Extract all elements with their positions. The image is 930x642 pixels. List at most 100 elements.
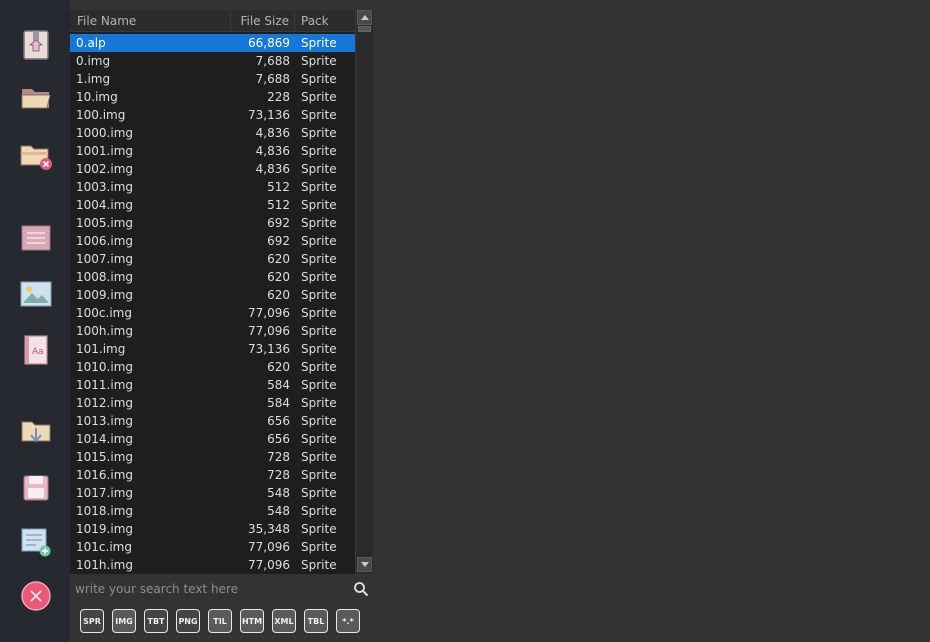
save-button[interactable] xyxy=(18,470,54,506)
column-header-file-name[interactable]: File Name xyxy=(70,10,231,32)
file-size-cell: 728 xyxy=(267,450,290,464)
pack-cell: Sprite xyxy=(301,378,337,392)
file-name-cell: 1011.img xyxy=(76,378,133,392)
table-row[interactable]: 1015.img 728 Sprite xyxy=(70,448,355,466)
file-list: File Name File Size Pack 0.alp 66,869 Spri… xyxy=(70,10,373,574)
table-row[interactable]: 1019.img 35,348 Sprite xyxy=(70,520,355,538)
file-name-cell: 1002.img xyxy=(76,162,133,176)
table-row[interactable]: 1000.img 4,836 Sprite xyxy=(70,124,355,142)
table-row[interactable]: 1014.img 656 Sprite xyxy=(70,430,355,448)
pack-cell: Sprite xyxy=(301,144,337,158)
open-archive-button[interactable] xyxy=(18,27,54,63)
table-row[interactable]: 0.alp 66,869 Sprite xyxy=(70,34,355,52)
table-row[interactable]: 1003.img 512 Sprite xyxy=(70,178,355,196)
pack-cell: Sprite xyxy=(301,540,337,554)
file-name-cell: 100c.img xyxy=(76,306,132,320)
pack-cell: Sprite xyxy=(301,90,337,104)
table-row[interactable]: 1009.img 620 Sprite xyxy=(70,286,355,304)
table-row[interactable]: 1001.img 4,836 Sprite xyxy=(70,142,355,160)
table-row[interactable]: 0.img 7,688 Sprite xyxy=(70,52,355,70)
table-row[interactable]: 101.img 73,136 Sprite xyxy=(70,340,355,358)
search-icon[interactable] xyxy=(353,581,369,597)
file-name-cell: 1000.img xyxy=(76,126,133,140)
table-row[interactable]: 1007.img 620 Sprite xyxy=(70,250,355,268)
table-row[interactable]: 100h.img 77,096 Sprite xyxy=(70,322,355,340)
file-size-cell: 692 xyxy=(267,216,290,230)
filter-img-button[interactable]: IMG xyxy=(112,609,136,633)
table-row[interactable]: 1017.img 548 Sprite xyxy=(70,484,355,502)
pack-cell: Sprite xyxy=(301,234,337,248)
filter-tbl-button[interactable]: TBL xyxy=(304,609,328,633)
file-name-cell: 1001.img xyxy=(76,144,133,158)
table-row[interactable]: 1010.img 620 Sprite xyxy=(70,358,355,376)
table-row[interactable]: 1011.img 584 Sprite xyxy=(70,376,355,394)
table-row[interactable]: 1018.img 548 Sprite xyxy=(70,502,355,520)
arrow-down-icon xyxy=(360,562,369,567)
font-view-button[interactable]: Aa xyxy=(18,332,54,368)
table-row[interactable]: 1004.img 512 Sprite xyxy=(70,196,355,214)
table-row[interactable]: 1005.img 692 Sprite xyxy=(70,214,355,232)
save-disk-icon xyxy=(23,475,49,501)
table-row[interactable]: 1013.img 656 Sprite xyxy=(70,412,355,430)
pack-cell: Sprite xyxy=(301,522,337,536)
pack-cell: Sprite xyxy=(301,324,337,338)
table-row[interactable]: 1016.img 728 Sprite xyxy=(70,466,355,484)
table-row[interactable]: 101c.img 77,096 Sprite xyxy=(70,538,355,556)
filter-tbt-button[interactable]: TBT xyxy=(144,609,168,633)
font-book-icon: Aa xyxy=(24,335,48,365)
file-size-cell: 77,096 xyxy=(248,558,290,572)
table-row[interactable]: 10.img 228 Sprite xyxy=(70,88,355,106)
scroll-thumb[interactable] xyxy=(358,26,371,32)
exit-button[interactable] xyxy=(18,578,54,614)
pack-cell: Sprite xyxy=(301,180,337,194)
table-row[interactable]: 1012.img 584 Sprite xyxy=(70,394,355,412)
file-name-cell: 1006.img xyxy=(76,234,133,248)
file-list-button[interactable] xyxy=(18,220,54,256)
table-row[interactable]: 100.img 73,136 Sprite xyxy=(70,106,355,124)
filter-spr-button[interactable]: SPR xyxy=(80,609,104,633)
column-header-pack[interactable]: Pack xyxy=(295,10,355,32)
table-row[interactable]: 1.img 7,688 Sprite xyxy=(70,70,355,88)
search-input[interactable] xyxy=(70,576,350,602)
open-folder-button[interactable] xyxy=(18,80,54,116)
vertical-scrollbar[interactable] xyxy=(355,10,373,574)
filter-htm-button[interactable]: HTM xyxy=(240,609,264,633)
table-row[interactable]: 1008.img 620 Sprite xyxy=(70,268,355,286)
pack-cell: Sprite xyxy=(301,450,337,464)
file-name-cell: 101h.img xyxy=(76,558,133,572)
filter-xml-button[interactable]: XML xyxy=(272,609,296,633)
zip-archive-icon xyxy=(23,30,49,60)
pack-cell: Sprite xyxy=(301,198,337,212)
file-name-cell: 1015.img xyxy=(76,450,133,464)
close-folder-icon xyxy=(20,145,52,170)
file-list-rows: 0.alp 66,869 Sprite 0.img 7,688 Sprite 1.img 7,… xyxy=(70,34,355,574)
file-name-cell: 1018.img xyxy=(76,504,133,518)
pack-cell: Sprite xyxy=(301,54,337,68)
pack-cell: Sprite xyxy=(301,270,337,284)
file-size-cell: 620 xyxy=(267,360,290,374)
file-name-cell: 1007.img xyxy=(76,252,133,266)
filter-png-button[interactable]: PNG xyxy=(176,609,200,633)
search-bar xyxy=(70,576,373,602)
file-name-cell: 1012.img xyxy=(76,396,133,410)
table-row[interactable]: 101h.img 77,096 Sprite xyxy=(70,556,355,574)
close-archive-button[interactable] xyxy=(18,138,54,174)
file-size-cell: 728 xyxy=(267,468,290,482)
filter-all-button[interactable]: *.* xyxy=(336,609,360,633)
table-row[interactable]: 100c.img 77,096 Sprite xyxy=(70,304,355,322)
file-size-cell: 620 xyxy=(267,270,290,284)
table-row[interactable]: 1002.img 4,836 Sprite xyxy=(70,160,355,178)
scroll-down-button[interactable] xyxy=(357,557,372,572)
pack-cell: Sprite xyxy=(301,288,337,302)
scroll-up-button[interactable] xyxy=(357,10,372,25)
image-view-button[interactable] xyxy=(18,276,54,312)
filter-til-button[interactable]: TIL xyxy=(208,609,232,633)
add-note-button[interactable] xyxy=(18,524,54,560)
pack-cell: Sprite xyxy=(301,360,337,374)
column-header-file-size[interactable]: File Size xyxy=(231,10,295,32)
extract-button[interactable] xyxy=(18,414,54,450)
file-name-cell: 1010.img xyxy=(76,360,133,374)
file-size-cell: 4,836 xyxy=(255,126,290,140)
file-size-cell: 73,136 xyxy=(248,342,290,356)
table-row[interactable]: 1006.img 692 Sprite xyxy=(70,232,355,250)
